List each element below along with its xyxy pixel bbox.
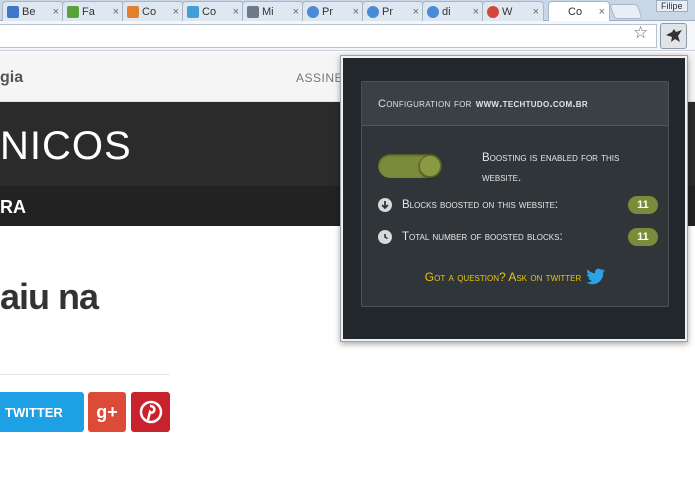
tab[interactable]: di ×	[422, 1, 484, 21]
profile-name[interactable]: Filipe	[656, 0, 688, 12]
tab-title: Pr	[382, 5, 393, 18]
stat-label: Total number of boosted blocks:	[402, 231, 563, 243]
tab-close-icon[interactable]: ×	[353, 6, 359, 18]
tab-title: W	[502, 5, 513, 18]
stat-count-badge: 11	[628, 196, 658, 214]
tab[interactable]: Fa ×	[62, 1, 124, 21]
tab-favicon-icon	[487, 5, 499, 18]
clock-icon	[378, 230, 392, 244]
twitter-bird-icon	[585, 268, 606, 285]
tab-favicon-icon	[127, 5, 139, 18]
article-headline: aiu na	[0, 276, 99, 317]
share-pinterest-button[interactable]	[131, 392, 170, 432]
share-twitter-label: TWITTER	[5, 404, 63, 420]
site-brand[interactable]: gia	[0, 69, 23, 87]
pinterest-icon	[139, 400, 162, 424]
browser-window: Be × Fa × Co × Co × Mi × Pr × Pr × di × …	[0, 0, 695, 477]
tab-favicon-icon	[367, 5, 379, 18]
tab-close-icon[interactable]: ×	[413, 6, 419, 18]
tab[interactable]: Mi ×	[242, 1, 304, 21]
tab-favicon-icon	[553, 5, 565, 18]
extension-bird-icon	[665, 29, 682, 42]
section-title: NICOS	[0, 124, 132, 168]
tab[interactable]: Co ×	[182, 1, 244, 21]
extension-popup: Configuration for www.techtudo.com.br Bo…	[340, 55, 688, 342]
toggle-knob[interactable]	[419, 155, 441, 177]
new-tab-button[interactable]	[609, 4, 643, 19]
tab-title: Fa	[82, 5, 95, 18]
tab[interactable]: W ×	[482, 1, 544, 21]
extension-button[interactable]	[660, 23, 687, 49]
subnav-label[interactable]: RA	[0, 197, 26, 218]
config-header-prefix: Configuration for	[378, 97, 472, 110]
tab-favicon-icon	[67, 5, 79, 18]
tab-title: Mi	[262, 5, 274, 18]
share-gplus-label: g+	[96, 401, 118, 422]
tab-favicon-icon	[247, 5, 259, 18]
divider	[0, 374, 170, 375]
bookmark-star-icon[interactable]: ☆	[633, 23, 648, 43]
tab-close-icon[interactable]: ×	[53, 6, 59, 18]
stat-blocks-total: Total number of boosted blocks: 11	[378, 227, 658, 247]
download-circle-icon	[378, 198, 392, 212]
tab-close-icon[interactable]: ×	[173, 6, 179, 18]
tab[interactable]: Co ×	[122, 1, 184, 21]
browser-toolbar: ☆	[0, 21, 695, 51]
tab-close-icon[interactable]: ×	[533, 6, 539, 18]
tab-strip: Be × Fa × Co × Co × Mi × Pr × Pr × di × …	[0, 0, 695, 21]
share-gplus-button[interactable]: g+	[88, 392, 126, 432]
tab-favicon-icon	[187, 5, 199, 18]
tab-close-icon[interactable]: ×	[233, 6, 239, 18]
tab-close-icon[interactable]: ×	[293, 6, 299, 18]
boosting-toggle[interactable]	[378, 154, 442, 178]
tab-title: Co	[202, 5, 217, 18]
tab[interactable]: Be ×	[2, 1, 64, 21]
tab-title: Be	[22, 5, 36, 18]
share-twitter-button[interactable]: TWITTER	[0, 392, 84, 432]
tab-title: Pr	[322, 5, 333, 18]
tab-close-icon[interactable]: ×	[599, 6, 605, 18]
tab[interactable]: Pr ×	[362, 1, 424, 21]
config-header-host: www.techtudo.com.br	[475, 97, 588, 110]
stat-count-badge: 11	[628, 228, 658, 246]
tab-favicon-icon	[427, 5, 439, 18]
tab-favicon-icon	[7, 5, 19, 18]
address-bar[interactable]	[0, 24, 657, 48]
tab-active[interactable]: Co ×	[548, 1, 610, 21]
tab-title: di	[442, 5, 451, 18]
subscribe-link[interactable]: ASSINE	[296, 71, 343, 85]
popup-body: Configuration for www.techtudo.com.br Bo…	[343, 58, 685, 339]
tab-close-icon[interactable]: ×	[473, 6, 479, 18]
ask-on-twitter-link[interactable]: Got a question? Ask on twitter	[362, 268, 668, 285]
boosting-status-text: Boosting is enabled for this website.	[482, 152, 620, 184]
tab[interactable]: Pr ×	[302, 1, 364, 21]
stat-label: Blocks boosted on this website:	[402, 199, 559, 211]
tab-title: Co	[568, 5, 583, 18]
stat-blocks-website: Blocks boosted on this website: 11	[378, 195, 658, 215]
config-header: Configuration for www.techtudo.com.br	[362, 82, 668, 126]
tab-title: Co	[142, 5, 157, 18]
question-text: Got a question? Ask on twitter	[424, 269, 582, 284]
config-card: Configuration for www.techtudo.com.br Bo…	[361, 81, 669, 307]
tab-favicon-icon	[307, 5, 319, 18]
tab-close-icon[interactable]: ×	[113, 6, 119, 18]
